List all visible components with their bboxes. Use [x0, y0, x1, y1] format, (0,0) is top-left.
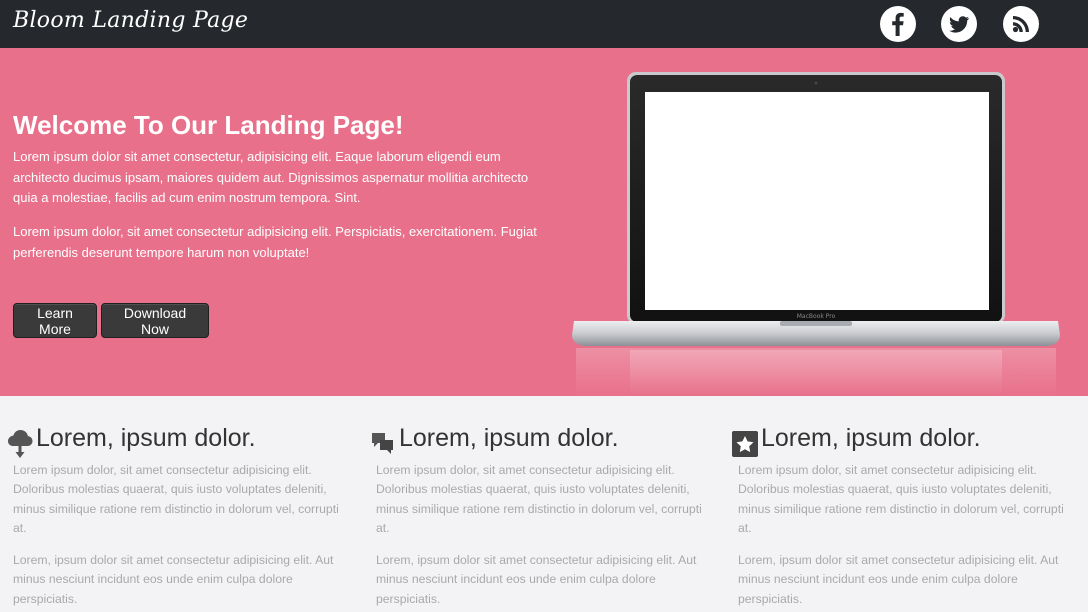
facebook-link[interactable] — [880, 6, 916, 42]
feature-title-1: Lorem, ipsum dolor. — [36, 424, 256, 452]
hero-section: Welcome To Our Landing Page! Lorem ipsum… — [0, 48, 1088, 396]
laptop-image: MacBook Pro — [572, 72, 1060, 396]
facebook-icon — [892, 12, 904, 36]
brand-logo[interactable]: Bloom Landing Page — [13, 8, 248, 33]
features-section: Lorem, ipsum dolor. Lorem ipsum dolor, s… — [0, 396, 1088, 612]
hero-title: Welcome To Our Landing Page! — [13, 110, 404, 140]
hero-paragraph-2: Lorem ipsum dolor, sit amet consectetur … — [13, 224, 537, 260]
cloud-download-icon — [8, 430, 33, 458]
feature-text-1a: Lorem ipsum dolor, sit amet consectetur … — [13, 463, 339, 535]
feature-text-3b: Lorem, ipsum dolor sit amet consectetur … — [738, 553, 1059, 606]
rss-link[interactable] — [1003, 6, 1039, 42]
hero-paragraph-1: Lorem ipsum dolor sit amet consectetur, … — [13, 149, 529, 205]
twitter-link[interactable] — [941, 6, 977, 42]
feature-title-3: Lorem, ipsum dolor. — [761, 424, 981, 452]
top-navbar: Bloom Landing Page — [0, 0, 1088, 48]
feature-text-3a: Lorem ipsum dolor, sit amet consectetur … — [738, 463, 1064, 535]
star-badge-icon — [732, 431, 758, 457]
rss-icon — [1012, 16, 1029, 33]
download-now-button[interactable]: Download Now — [101, 303, 209, 338]
feature-text-1b: Lorem, ipsum dolor sit amet consectetur … — [13, 553, 334, 606]
laptop-label: MacBook Pro — [797, 313, 836, 320]
feature-text-2a: Lorem ipsum dolor, sit amet consectetur … — [376, 463, 702, 535]
learn-more-button[interactable]: Learn More — [13, 303, 97, 338]
feature-title-2: Lorem, ipsum dolor. — [399, 424, 619, 452]
chat-bubbles-icon — [372, 433, 393, 454]
feature-text-2b: Lorem, ipsum dolor sit amet consectetur … — [376, 553, 697, 606]
twitter-icon — [949, 16, 970, 33]
